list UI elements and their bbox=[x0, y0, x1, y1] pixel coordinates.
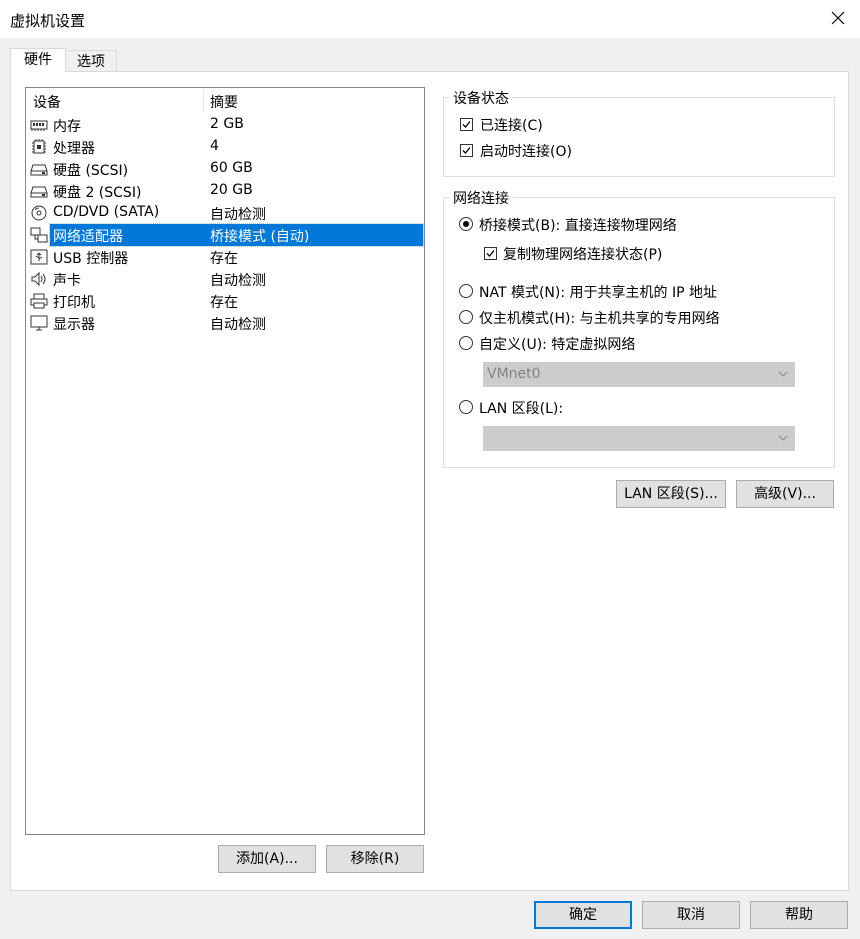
nat-radio[interactable] bbox=[459, 284, 473, 298]
custom-radio[interactable] bbox=[459, 336, 473, 350]
window-title: 虚拟机设置 bbox=[10, 12, 86, 30]
close-icon bbox=[831, 11, 845, 25]
device-name: 内存 bbox=[53, 119, 81, 135]
device-name: 处理器 bbox=[53, 141, 95, 157]
device-status-title: 设备状态 bbox=[449, 88, 513, 108]
device-name: 硬盘 2 (SCSI) bbox=[53, 185, 142, 201]
monitor-icon bbox=[30, 315, 48, 331]
device-summary: 20 GB bbox=[210, 182, 253, 198]
replicate-state-checkbox[interactable] bbox=[484, 247, 497, 260]
connected-checkbox[interactable] bbox=[460, 118, 473, 131]
lan-segments-button[interactable]: LAN 区段(S)... bbox=[616, 480, 726, 508]
column-header-summary[interactable]: 摘要 bbox=[210, 92, 238, 112]
device-row-hard-disk[interactable]: 硬盘 (SCSI) 60 GB bbox=[26, 158, 424, 180]
device-summary: 自动检测 bbox=[210, 273, 266, 289]
speaker-icon bbox=[31, 271, 46, 287]
device-name: 网络适配器 bbox=[53, 229, 123, 245]
device-row-processor[interactable]: 处理器 4 bbox=[26, 136, 424, 158]
printer-icon bbox=[30, 293, 48, 309]
device-name: 硬盘 (SCSI) bbox=[53, 163, 129, 179]
device-row-display[interactable]: 显示器 自动检测 bbox=[26, 312, 424, 334]
device-summary: 4 bbox=[210, 138, 219, 154]
device-status-group bbox=[443, 97, 835, 177]
device-summary: 2 GB bbox=[210, 116, 244, 132]
help-button[interactable]: 帮助 bbox=[750, 901, 848, 929]
remove-device-button[interactable]: 移除(R) bbox=[326, 845, 424, 873]
tab-hardware[interactable]: 硬件 bbox=[10, 48, 66, 72]
nat-label[interactable]: NAT 模式(N): 用于共享主机的 IP 地址 bbox=[479, 282, 717, 302]
connect-at-power-on-checkbox[interactable] bbox=[460, 144, 473, 157]
lan-segment-label[interactable]: LAN 区段(L): bbox=[479, 398, 563, 418]
hard-disk-icon bbox=[30, 186, 48, 198]
device-summary: 自动检测 bbox=[210, 317, 266, 333]
network-connection-title: 网络连接 bbox=[449, 188, 513, 208]
network-adapter-icon bbox=[30, 227, 48, 243]
device-name: 声卡 bbox=[53, 273, 81, 289]
bridged-radio[interactable] bbox=[459, 217, 473, 231]
device-row-network-adapter[interactable]: 网络适配器 桥接模式 (自动) bbox=[26, 223, 424, 247]
add-device-button[interactable]: 添加(A)... bbox=[218, 845, 316, 873]
close-button[interactable] bbox=[826, 4, 850, 32]
column-header-device[interactable]: 设备 bbox=[33, 92, 61, 112]
device-name: 打印机 bbox=[53, 295, 95, 311]
device-summary: 存在 bbox=[210, 295, 238, 311]
cd-dvd-icon bbox=[31, 205, 47, 221]
device-summary: 60 GB bbox=[210, 160, 253, 176]
host-only-radio[interactable] bbox=[459, 310, 473, 324]
lan-segment-radio[interactable] bbox=[459, 400, 473, 414]
lan-segment-select[interactable] bbox=[483, 426, 795, 451]
device-name: CD/DVD (SATA) bbox=[53, 204, 160, 220]
cancel-button[interactable]: 取消 bbox=[642, 901, 740, 929]
device-summary: 存在 bbox=[210, 251, 238, 267]
device-row-cd-dvd[interactable]: CD/DVD (SATA) 自动检测 bbox=[26, 202, 424, 224]
bridged-label[interactable]: 桥接模式(B): 直接连接物理网络 bbox=[479, 215, 677, 235]
chevron-down-icon bbox=[778, 435, 788, 441]
device-row-memory[interactable]: 内存 2 GB bbox=[26, 114, 424, 136]
device-name: 显示器 bbox=[53, 317, 95, 333]
title-bar bbox=[0, 0, 860, 38]
connect-at-power-on-label[interactable]: 启动时连接(O) bbox=[480, 141, 572, 161]
hard-disk-icon bbox=[30, 164, 48, 176]
device-name: USB 控制器 bbox=[53, 251, 129, 267]
processor-icon bbox=[32, 139, 46, 154]
device-row-printer[interactable]: 打印机 存在 bbox=[26, 290, 424, 312]
host-only-label[interactable]: 仅主机模式(H): 与主机共享的专用网络 bbox=[479, 308, 720, 328]
checkmark-icon bbox=[462, 147, 471, 154]
device-summary: 桥接模式 (自动) bbox=[210, 229, 310, 245]
chevron-down-icon bbox=[778, 371, 788, 377]
checkmark-icon bbox=[462, 121, 471, 128]
column-divider[interactable] bbox=[203, 90, 204, 112]
device-row-sound-card[interactable]: 声卡 自动检测 bbox=[26, 268, 424, 290]
ok-button[interactable]: 确定 bbox=[534, 901, 632, 929]
usb-icon bbox=[30, 249, 48, 265]
device-row-hard-disk-2[interactable]: 硬盘 2 (SCSI) 20 GB bbox=[26, 180, 424, 202]
device-row-usb-controller[interactable]: USB 控制器 存在 bbox=[26, 246, 424, 268]
custom-label[interactable]: 自定义(U): 特定虚拟网络 bbox=[479, 334, 635, 354]
checkmark-icon bbox=[486, 250, 495, 257]
radio-dot bbox=[463, 221, 469, 227]
memory-icon bbox=[30, 120, 48, 131]
device-summary: 自动检测 bbox=[210, 207, 266, 223]
advanced-button[interactable]: 高级(V)... bbox=[736, 480, 834, 508]
tab-options[interactable]: 选项 bbox=[66, 50, 117, 72]
replicate-state-label[interactable]: 复制物理网络连接状态(P) bbox=[503, 244, 662, 264]
custom-network-value: VMnet0 bbox=[487, 366, 541, 382]
connected-label[interactable]: 已连接(C) bbox=[480, 115, 543, 135]
custom-network-select[interactable]: VMnet0 bbox=[483, 362, 795, 387]
